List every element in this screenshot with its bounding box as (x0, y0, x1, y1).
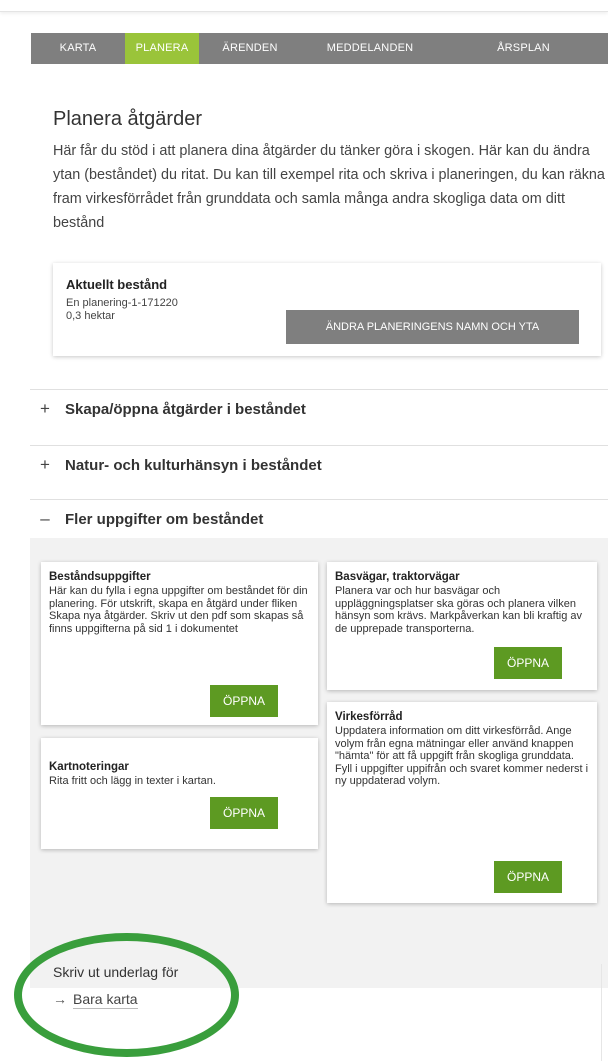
tab-planera[interactable]: PLANERA (125, 33, 199, 64)
card-description: Här kan du fylla i egna uppgifter om bes… (49, 585, 308, 635)
collapse-minus-icon: – (40, 509, 50, 528)
section-label: Skapa/öppna åtgärder i beståndet (65, 401, 306, 418)
card-stand-details: Beståndsuppgifter Här kan du fylla i egn… (41, 562, 318, 725)
print-title: Skriv ut underlag för (53, 964, 179, 980)
current-stand-name: En planering-1-171220 (66, 297, 178, 309)
print-section: Skriv ut underlag för → Bara karta (53, 964, 602, 1061)
tab-arsplan[interactable]: ÅRSPLAN (439, 33, 608, 64)
section-label: Fler uppgifter om beståndet (65, 511, 264, 528)
expand-plus-icon: + (40, 399, 50, 418)
section-create-actions[interactable]: + Skapa/öppna åtgärder i beståndet (30, 389, 608, 429)
section-nature-culture[interactable]: + Natur- och kulturhänsyn i beståndet (30, 445, 608, 485)
expand-plus-icon: + (40, 455, 50, 474)
card-roads: Basvägar, traktorvägar Planera var och h… (327, 562, 597, 690)
card-timber-volume: Virkesförråd Uppdatera information om di… (327, 702, 597, 903)
current-stand-size: 0,3 hektar (66, 310, 115, 322)
page-intro: Här får du stöd i att planera dina åtgär… (53, 143, 605, 231)
current-stand-title: Aktuellt bestånd (66, 277, 168, 292)
open-timber-volume-button[interactable]: ÖPPNA (494, 861, 562, 893)
open-roads-button[interactable]: ÖPPNA (494, 647, 562, 679)
section-label: Natur- och kulturhänsyn i beståndet (65, 457, 322, 474)
card-title: Kartnoteringar (49, 761, 129, 773)
section-more-info[interactable]: – Fler uppgifter om beståndet (30, 499, 608, 539)
print-link-label: Bara karta (73, 991, 138, 1009)
current-stand-card: Aktuellt bestånd En planering-1-171220 0… (53, 263, 601, 356)
tab-meddelanden[interactable]: MEDDELANDEN (301, 33, 439, 64)
card-title: Beståndsuppgifter (49, 571, 151, 583)
tab-karta[interactable]: KARTA (31, 33, 125, 64)
arrow-right-icon: → (53, 991, 67, 1007)
open-map-notes-button[interactable]: ÖPPNA (210, 797, 278, 829)
tab-arenden[interactable]: ÄRENDEN (199, 33, 301, 64)
card-description: Rita fritt och lägg in texter i kartan. (49, 775, 216, 787)
print-map-only-link[interactable]: → Bara karta (53, 991, 138, 1009)
card-description: Planera var och hur basvägar och upplägg… (335, 585, 582, 635)
open-stand-details-button[interactable]: ÖPPNA (210, 685, 278, 717)
page-title: Planera åtgärder (53, 108, 202, 130)
card-title: Virkesförråd (335, 711, 403, 723)
top-bar (0, 0, 608, 12)
card-title: Basvägar, traktorvägar (335, 571, 460, 583)
card-map-notes: Kartnoteringar Rita fritt och lägg in te… (41, 738, 318, 849)
main-navigation: KARTA PLANERA ÄRENDEN MEDDELANDEN ÅRSPLA… (31, 33, 608, 64)
card-description: Uppdatera information om ditt virkesförr… (335, 725, 589, 788)
rename-planning-button[interactable]: ÄNDRA PLANERINGENS NAMN OCH YTA (286, 310, 579, 344)
more-info-panel: Beståndsuppgifter Här kan du fylla i egn… (30, 538, 608, 988)
